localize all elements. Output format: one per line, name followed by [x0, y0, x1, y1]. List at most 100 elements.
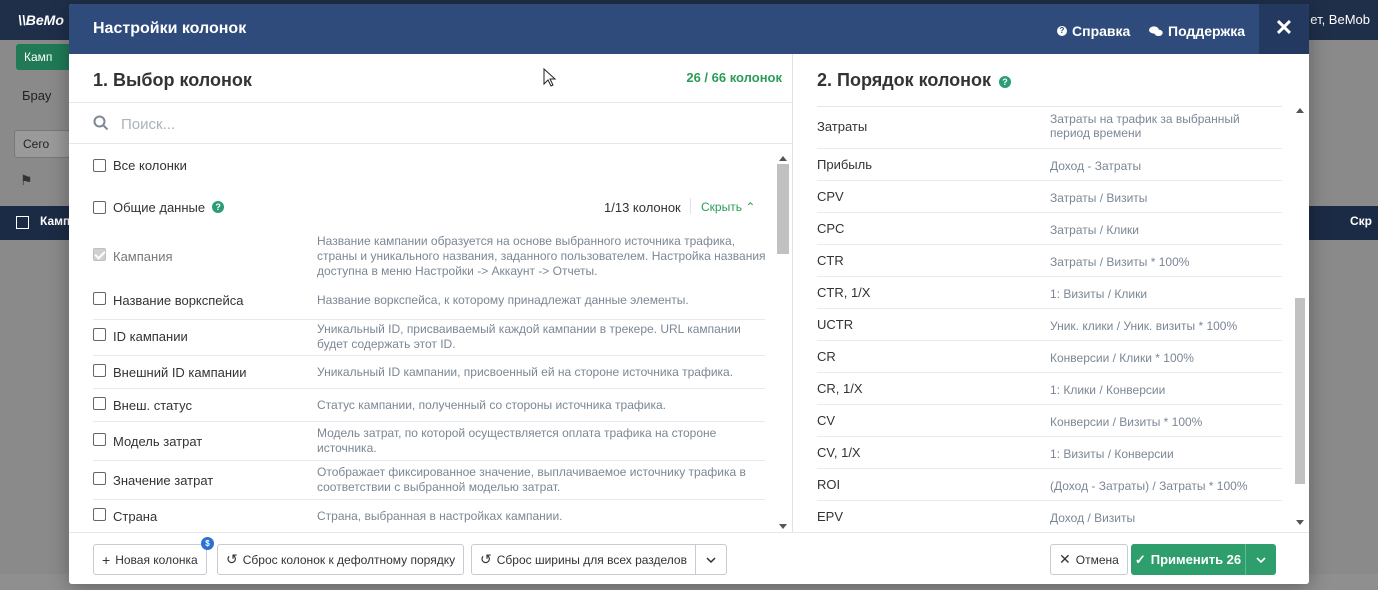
order-row-epv[interactable]: EPV Доход / Визиты [817, 501, 1282, 530]
column-description: Статус кампании, полученный со стороны и… [317, 398, 666, 412]
support-link[interactable]: Поддержка [1149, 23, 1245, 39]
column-order-list: Затраты Затраты на трафик за выбранный п… [817, 106, 1282, 530]
order-column-name: CV, 1/X [817, 445, 861, 460]
app-user-label: ет, BeMob [1310, 12, 1370, 27]
column-checkbox[interactable] [93, 433, 106, 446]
order-row-ctr-1x[interactable]: CTR, 1/X 1: Визиты / Клики [817, 277, 1282, 309]
column-settings-modal: Настройки колонок ? Справка Поддержка ✕ … [69, 4, 1309, 584]
order-column-formula: (Доход - Затраты) / Затраты * 100% [1050, 479, 1248, 493]
order-row-cr[interactable]: CR Конверсии / Клики * 100% [817, 341, 1282, 373]
order-column-formula: Конверсии / Визиты * 100% [1050, 415, 1203, 429]
group-general-count: 1/13 колонок [604, 200, 681, 215]
apply-button-group: ✓ Применить 26 [1131, 544, 1276, 575]
order-row-costs[interactable]: Затраты Затраты на трафик за выбранный п… [817, 107, 1282, 149]
order-column-formula: Конверсии / Клики * 100% [1050, 351, 1194, 365]
column-checkbox[interactable] [93, 508, 106, 521]
order-row-profit[interactable]: Прибыль Доход - Затраты [817, 149, 1282, 181]
support-link-label: Поддержка [1168, 23, 1246, 39]
apply-button[interactable]: ✓ Применить 26 [1131, 544, 1245, 575]
apply-dropdown-button[interactable] [1246, 544, 1276, 575]
column-row-cost-value[interactable]: Значение затрат Отображает фиксированное… [93, 461, 765, 500]
close-icon: ✕ [1059, 551, 1071, 567]
close-button[interactable]: ✕ [1259, 4, 1309, 54]
column-row-campaign-id[interactable]: ID кампании Уникальный ID, присваиваемый… [93, 320, 765, 356]
order-row-cv[interactable]: CV Конверсии / Визиты * 100% [817, 405, 1282, 437]
column-row-external-status[interactable]: Внеш. статус Статус кампании, полученный… [93, 389, 765, 422]
column-description: Название кампании образуется на основе в… [317, 234, 766, 278]
premium-badge: $ [201, 537, 214, 550]
scroll-up-icon[interactable] [1296, 108, 1304, 113]
order-column-formula: Затраты / Визиты [1050, 191, 1148, 205]
app-logo: \\BeMo [18, 12, 64, 28]
column-checkbox[interactable] [93, 328, 106, 341]
group-hide-label: Скрыть [701, 200, 742, 214]
column-name: Страна [113, 509, 158, 524]
order-column-name: CPV [817, 189, 844, 204]
apply-label: Применить 26 [1150, 552, 1242, 567]
order-column-name: ROI [817, 477, 841, 492]
column-row-external-id[interactable]: Внешний ID кампании Уникальный ID кампан… [93, 356, 765, 389]
column-name: Модель затрат [113, 434, 203, 449]
order-row-roi[interactable]: ROI (Доход - Затраты) / Затраты * 100% [817, 469, 1282, 501]
column-row-country[interactable]: Страна Страна, выбранная в настройках ка… [93, 500, 765, 530]
reset-width-label: Сброс ширины для всех разделов [496, 552, 687, 567]
reset-width-button[interactable]: ↺ Сброс ширины для всех разделов [471, 544, 696, 575]
column-checkbox[interactable] [93, 292, 106, 305]
order-row-ctr[interactable]: CTR Затраты / Визиты * 100% [817, 245, 1282, 277]
reset-order-button[interactable]: ↺ Сброс колонок к дефолтному порядку [217, 544, 465, 575]
chevron-up-icon: ⌃ [745, 200, 756, 214]
column-row-cost-model[interactable]: Модель затрат Модель затрат, по которой … [93, 422, 765, 461]
column-name: Значение затрат [113, 473, 214, 488]
column-checkbox[interactable] [93, 248, 106, 261]
scroll-down-icon[interactable] [779, 524, 787, 529]
column-description: Название воркспейса, к которому принадле… [317, 293, 689, 307]
question-circle-icon[interactable]: ? [212, 201, 225, 213]
column-checkbox[interactable] [93, 472, 106, 485]
all-columns-option[interactable]: Все колонки [93, 158, 187, 173]
column-checkbox[interactable] [93, 364, 106, 377]
column-selection-title: 1. Выбор колонок [93, 70, 252, 90]
order-column-name: UCTR [817, 317, 854, 332]
question-circle-icon[interactable]: ? [999, 75, 1012, 88]
order-column-name: CR, 1/X [817, 381, 863, 396]
order-column-name: Затраты [817, 119, 868, 134]
order-column-name: CTR [817, 253, 844, 268]
group-hide-toggle[interactable]: Скрыть ⌃ [701, 200, 755, 214]
new-column-label: Новая колонка [115, 552, 198, 567]
column-name: ID кампании [113, 329, 188, 344]
all-columns-checkbox[interactable] [93, 159, 106, 172]
order-column-formula: Уник. клики / Уник. визиты * 100% [1050, 319, 1238, 333]
new-column-button[interactable]: + Новая колонка [93, 544, 207, 575]
cancel-button[interactable]: ✕ Отмена [1050, 544, 1128, 575]
scroll-up-icon[interactable] [779, 156, 787, 161]
group-general-label: Общие данные [113, 199, 206, 215]
group-general-checkbox[interactable] [93, 200, 106, 214]
all-columns-label: Все колонки [113, 158, 187, 173]
left-scrollbar-thumb[interactable] [777, 164, 789, 254]
search-bar [69, 102, 792, 144]
column-checkbox[interactable] [93, 397, 106, 410]
order-column-name: CTR, 1/X [817, 285, 871, 300]
order-column-formula: 1: Визиты / Конверсии [1050, 447, 1174, 461]
order-column-formula: Доход - Затраты [1050, 159, 1142, 173]
order-row-cv-1x[interactable]: CV, 1/X 1: Визиты / Конверсии [817, 437, 1282, 469]
column-name: Внеш. статус [113, 398, 192, 413]
cancel-label: Отмена [1075, 552, 1119, 567]
column-description: Уникальный ID, присваиваемый каждой камп… [317, 322, 741, 351]
column-selection-panel: 1. Выбор колонок 26 / 66 колонок Все кол… [69, 54, 793, 532]
column-description: Уникальный ID кампании, присвоенный ей н… [317, 365, 734, 379]
order-row-cr-1x[interactable]: CR, 1/X 1: Клики / Конверсии [817, 373, 1282, 405]
reset-dropdown-button[interactable] [695, 544, 727, 575]
column-search-input[interactable] [121, 111, 721, 137]
order-row-cpv[interactable]: CPV Затраты / Визиты [817, 181, 1282, 213]
plus-icon: + [102, 551, 111, 568]
order-row-cpc[interactable]: CPC Затраты / Клики [817, 213, 1282, 245]
order-row-uctr[interactable]: UCTR Уник. клики / Уник. визиты * 100% [817, 309, 1282, 341]
right-scrollbar-thumb[interactable] [1295, 298, 1305, 484]
column-row-campaign[interactable]: Кампания Название кампании образуется на… [93, 234, 766, 284]
column-name: Название воркспейса [113, 293, 244, 308]
column-order-panel: 2. Порядок колонок ? Затраты Затраты на … [793, 54, 1309, 532]
column-row-workspace[interactable]: Название воркспейса Название воркспейса,… [93, 286, 765, 320]
help-link[interactable]: ? Справка [1057, 23, 1130, 39]
scroll-down-icon[interactable] [1296, 520, 1304, 525]
